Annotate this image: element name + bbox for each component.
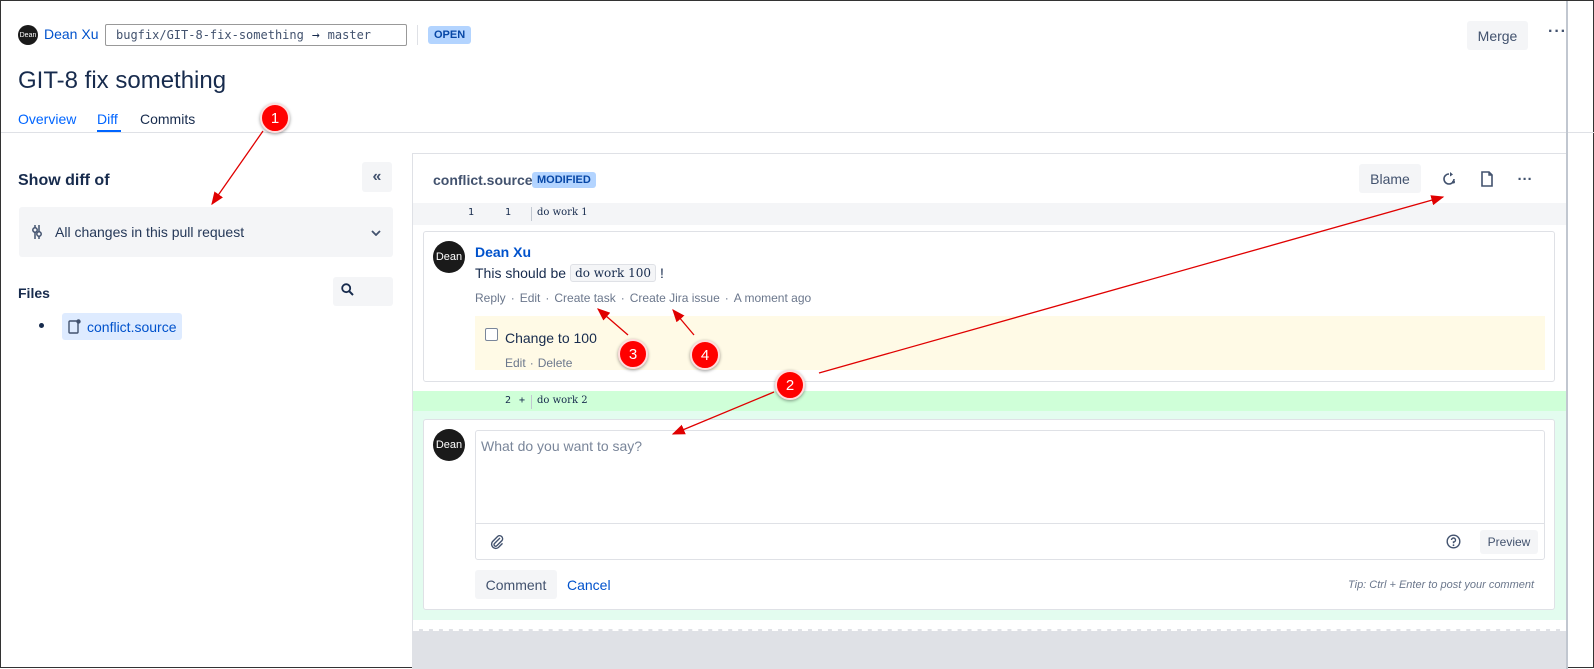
branch-arrow-icon: → bbox=[311, 27, 320, 43]
action-separator: · bbox=[545, 291, 550, 305]
diff-scope-select[interactable]: All changes in this pull request bbox=[19, 207, 393, 257]
search-icon bbox=[341, 282, 354, 301]
diff-scope-value: All changes in this pull request bbox=[55, 224, 245, 240]
diff-file-name: conflict.source bbox=[433, 172, 533, 188]
diff-more-icon[interactable]: ··· bbox=[1514, 168, 1536, 190]
comment-author[interactable]: Dean Xu bbox=[475, 244, 531, 260]
annotation-callout-1: 1 bbox=[260, 103, 290, 133]
cancel-button[interactable]: Cancel bbox=[567, 577, 611, 593]
task-edit-link[interactable]: Edit bbox=[505, 356, 526, 370]
annotation-callout-2: 2 bbox=[775, 370, 805, 400]
file-search-button[interactable] bbox=[333, 277, 393, 306]
file-tree-item[interactable]: conflict.source bbox=[62, 313, 183, 340]
file-modified-icon bbox=[68, 319, 81, 334]
code-line: do work 1 bbox=[537, 207, 588, 218]
line-number-old[interactable]: 1 bbox=[468, 207, 474, 218]
comment-actions: Reply · Edit · Create task · Create Jira… bbox=[475, 291, 811, 305]
window-scrollbar[interactable] bbox=[1566, 1, 1568, 669]
gutter-separator bbox=[531, 395, 532, 409]
refresh-comments-icon[interactable] bbox=[1438, 168, 1460, 190]
comment-button[interactable]: Comment bbox=[475, 570, 557, 599]
task-actions: Edit · Delete bbox=[505, 356, 572, 370]
tab-commits[interactable]: Commits bbox=[140, 111, 195, 127]
attachment-icon[interactable] bbox=[490, 534, 504, 555]
line-number-new[interactable]: 1 bbox=[505, 207, 511, 218]
commit-graph-icon bbox=[31, 224, 43, 240]
file-tree-label: conflict.source bbox=[87, 318, 177, 335]
create-task-link[interactable]: Create task bbox=[554, 291, 615, 305]
editor-toolbar-divider bbox=[476, 523, 1544, 524]
inline-code: do work 100 bbox=[570, 264, 657, 282]
reply-avatar: Dean bbox=[433, 429, 465, 461]
hunk-dashed-edge bbox=[413, 629, 1566, 633]
comment-body: This should be do work 100 ! bbox=[475, 264, 664, 282]
source-branch[interactable]: bugfix/GIT-8-fix-something bbox=[116, 28, 304, 42]
tab-overview[interactable]: Overview bbox=[18, 111, 76, 127]
comment-avatar[interactable]: Dean bbox=[433, 241, 465, 273]
status-badge: OPEN bbox=[428, 26, 472, 44]
collapse-sidebar-button[interactable]: « bbox=[362, 162, 392, 192]
comment-text-suffix: ! bbox=[660, 265, 664, 281]
action-separator: · bbox=[529, 356, 534, 370]
added-marker: + bbox=[519, 395, 526, 406]
header-divider bbox=[417, 25, 418, 45]
comment-timestamp[interactable]: A moment ago bbox=[734, 291, 811, 305]
blame-button[interactable]: Blame bbox=[1359, 164, 1421, 193]
keyboard-tip: Tip: Ctrl + Enter to post your comment bbox=[1348, 579, 1535, 591]
task-label: Change to 100 bbox=[505, 330, 597, 346]
chevron-down-icon bbox=[371, 225, 381, 239]
action-separator: · bbox=[620, 291, 625, 305]
annotation-callout-3: 3 bbox=[618, 339, 648, 369]
view-file-icon[interactable] bbox=[1476, 168, 1498, 190]
more-actions-icon[interactable]: ··· bbox=[1548, 23, 1567, 41]
author-link[interactable]: Dean Xu bbox=[44, 26, 98, 42]
author-avatar[interactable]: Dean bbox=[18, 25, 38, 45]
tabs-divider bbox=[1, 132, 1594, 133]
annotation-arrow-1 bbox=[211, 130, 264, 206]
action-separator: · bbox=[510, 291, 515, 305]
show-diff-heading: Show diff of bbox=[18, 172, 110, 189]
list-bullet bbox=[39, 323, 44, 328]
branch-info: bugfix/GIT-8-fix-something → master bbox=[105, 24, 407, 46]
files-heading: Files bbox=[18, 285, 50, 301]
comment-text: This should be bbox=[475, 265, 567, 281]
diff-hunk-separator bbox=[413, 629, 1566, 669]
page-title: GIT-8 fix something bbox=[18, 67, 227, 94]
create-jira-issue-link[interactable]: Create Jira issue bbox=[630, 291, 720, 305]
merge-button[interactable]: Merge bbox=[1467, 21, 1528, 50]
task-delete-link[interactable]: Delete bbox=[538, 356, 573, 370]
help-icon[interactable] bbox=[1446, 534, 1461, 554]
reply-link[interactable]: Reply bbox=[475, 291, 506, 305]
annotation-callout-4: 4 bbox=[690, 340, 720, 370]
tab-diff[interactable]: Diff bbox=[97, 111, 118, 127]
code-line: do work 2 bbox=[537, 395, 588, 406]
double-chevron-left-icon: « bbox=[372, 168, 382, 185]
task-checkbox[interactable] bbox=[485, 328, 498, 341]
action-separator: · bbox=[724, 291, 729, 305]
target-branch[interactable]: master bbox=[328, 28, 371, 42]
file-status-badge: MODIFIED bbox=[532, 172, 596, 188]
gutter-separator bbox=[531, 207, 532, 221]
line-number-new[interactable]: 2 bbox=[505, 395, 511, 406]
edit-link[interactable]: Edit bbox=[520, 291, 541, 305]
preview-button[interactable]: Preview bbox=[1480, 530, 1538, 554]
comment-placeholder: What do you want to say? bbox=[481, 438, 643, 454]
